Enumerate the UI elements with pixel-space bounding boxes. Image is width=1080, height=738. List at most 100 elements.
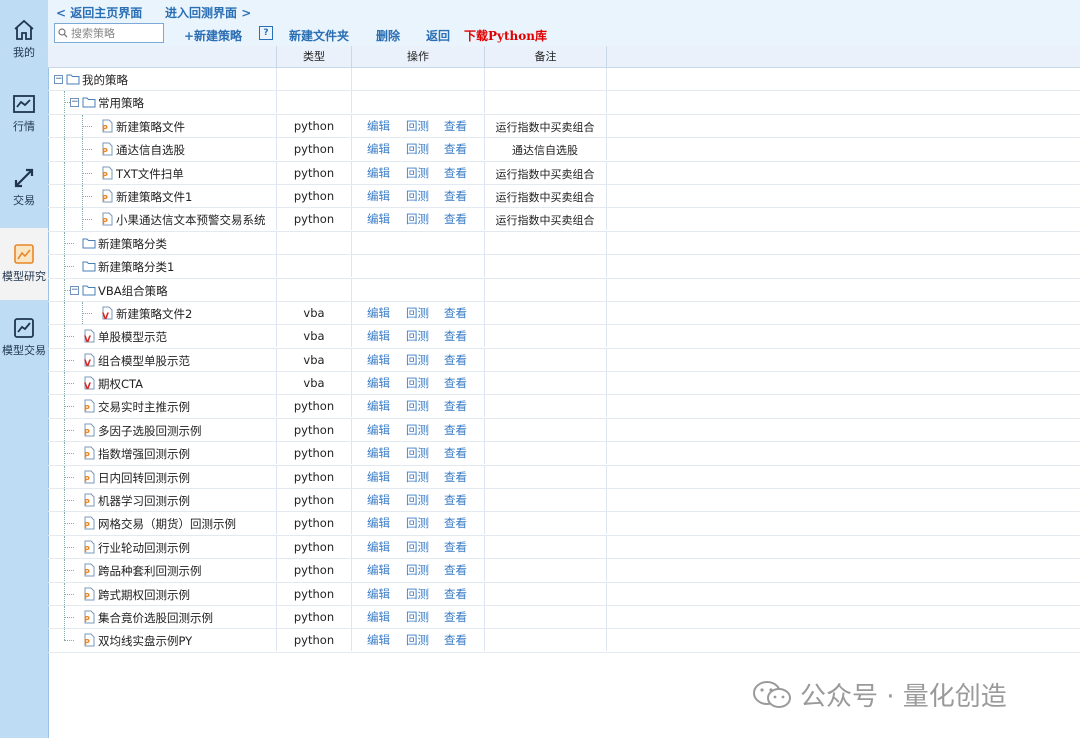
edit-link[interactable]: 编辑 (367, 515, 390, 531)
edit-link[interactable]: 编辑 (367, 632, 390, 648)
strategy-name[interactable]: 行业轮动回测示例 (98, 540, 190, 556)
strategy-name[interactable]: 常用策略 (98, 95, 144, 111)
back-home-link[interactable]: < 返回主页界面 (56, 4, 142, 21)
edit-link[interactable]: 编辑 (367, 609, 390, 625)
edit-link[interactable]: 编辑 (367, 305, 390, 321)
table-row[interactable]: P 日内回转回测示例 python 编辑 回测 查看 (48, 465, 1080, 490)
table-row[interactable]: P 集合竟价选股回测示例 python 编辑 回测 查看 (48, 605, 1080, 630)
edit-link[interactable]: 编辑 (367, 188, 390, 204)
backtest-link[interactable]: 回测 (406, 469, 429, 485)
table-row[interactable]: − 我的策略 (48, 68, 1080, 92)
table-row[interactable]: P 机器学习回测示例 python 编辑 回测 查看 (48, 489, 1080, 513)
edit-link[interactable]: 编辑 (367, 328, 390, 344)
delete-button[interactable]: 删除 (376, 27, 400, 44)
table-row[interactable]: P 交易实时主推示例 python 编辑 回测 查看 (48, 395, 1080, 419)
table-row[interactable]: P 行业轮动回测示例 python 编辑 回测 查看 (48, 535, 1080, 560)
backtest-link[interactable]: 回测 (406, 188, 429, 204)
enter-backtest-link[interactable]: 进入回测界面 > (165, 4, 251, 21)
strategy-name[interactable]: 单股模型示范 (98, 329, 167, 345)
strategy-name[interactable]: 跨品种套利回测示例 (98, 563, 202, 579)
view-link[interactable]: 查看 (444, 632, 467, 648)
sidebar-item-model-trade[interactable]: 模型交易 (0, 302, 48, 372)
strategy-name[interactable]: VBA组合策略 (98, 283, 168, 299)
backtest-link[interactable]: 回测 (406, 165, 429, 181)
sidebar-item-quotes[interactable]: 行情 (0, 78, 48, 148)
table-row[interactable]: P 多因子选股回测示例 python 编辑 回测 查看 (48, 418, 1080, 443)
backtest-link[interactable]: 回测 (406, 445, 429, 461)
edit-link[interactable]: 编辑 (367, 469, 390, 485)
edit-link[interactable]: 编辑 (367, 211, 390, 227)
table-row[interactable]: P 小果通达信文本预警交易系统 python 编辑 回测 查看 运行指数中买卖组合 (48, 208, 1080, 232)
view-link[interactable]: 查看 (444, 515, 467, 531)
view-link[interactable]: 查看 (444, 609, 467, 625)
backtest-link[interactable]: 回测 (406, 141, 429, 157)
backtest-link[interactable]: 回测 (406, 211, 429, 227)
backtest-link[interactable]: 回测 (406, 375, 429, 391)
strategy-name[interactable]: 多因子选股回测示例 (98, 423, 202, 439)
view-link[interactable]: 查看 (444, 492, 467, 508)
edit-link[interactable]: 编辑 (367, 539, 390, 555)
edit-link[interactable]: 编辑 (367, 562, 390, 578)
backtest-link[interactable]: 回测 (406, 118, 429, 134)
strategy-name[interactable]: 新建策略文件 (116, 119, 185, 135)
table-row[interactable]: V 单股模型示范 vba 编辑 回测 查看 (48, 325, 1080, 349)
new-folder-button[interactable]: 新建文件夹 (289, 27, 349, 44)
view-link[interactable]: 查看 (444, 586, 467, 602)
strategy-name[interactable]: 新建策略分类 (98, 236, 167, 252)
strategy-name[interactable]: 新建策略文件1 (116, 189, 192, 205)
table-row[interactable]: P 跨式期权回测示例 python 编辑 回测 查看 (48, 582, 1080, 606)
collapse-toggle[interactable]: − (70, 285, 79, 295)
help-button[interactable]: ? (259, 26, 273, 40)
table-row[interactable]: V 新建策略文件2 vba 编辑 回测 查看 (48, 301, 1080, 326)
view-link[interactable]: 查看 (444, 422, 467, 438)
table-row[interactable]: − VBA组合策略 (48, 278, 1080, 302)
backtest-link[interactable]: 回测 (406, 328, 429, 344)
collapse-toggle[interactable]: − (70, 98, 79, 108)
table-row[interactable]: 新建策略分类1 (48, 255, 1080, 279)
strategy-name[interactable]: 集合竟价选股回测示例 (98, 610, 213, 626)
table-row[interactable]: P 网格交易（期货）回测示例 python 编辑 回测 查看 (48, 512, 1080, 536)
view-link[interactable]: 查看 (444, 211, 467, 227)
view-link[interactable]: 查看 (444, 118, 467, 134)
view-link[interactable]: 查看 (444, 328, 467, 344)
table-row[interactable]: V 期权CTA vba 编辑 回测 查看 (48, 372, 1080, 396)
download-python-lib-button[interactable]: 下载Python库 (464, 27, 547, 44)
edit-link[interactable]: 编辑 (367, 422, 390, 438)
view-link[interactable]: 查看 (444, 352, 467, 368)
table-row[interactable]: V 组合模型单股示范 vba 编辑 回测 查看 (48, 348, 1080, 373)
table-row[interactable]: − 常用策略 (48, 91, 1080, 115)
view-link[interactable]: 查看 (444, 141, 467, 157)
view-link[interactable]: 查看 (444, 398, 467, 414)
backtest-link[interactable]: 回测 (406, 305, 429, 321)
edit-link[interactable]: 编辑 (367, 398, 390, 414)
strategy-name[interactable]: 期权CTA (98, 376, 143, 392)
edit-link[interactable]: 编辑 (367, 492, 390, 508)
strategy-name[interactable]: 机器学习回测示例 (98, 493, 190, 509)
strategy-name[interactable]: 组合模型单股示范 (98, 353, 190, 369)
backtest-link[interactable]: 回测 (406, 398, 429, 414)
strategy-name[interactable]: 交易实时主推示例 (98, 399, 190, 415)
table-row[interactable]: P 指数增强回测示例 python 编辑 回测 查看 (48, 442, 1080, 466)
view-link[interactable]: 查看 (444, 562, 467, 578)
strategy-name[interactable]: 双均线实盘示例PY (98, 633, 192, 649)
backtest-link[interactable]: 回测 (406, 515, 429, 531)
backtest-link[interactable]: 回测 (406, 539, 429, 555)
new-strategy-button[interactable]: +新建策略 (184, 27, 242, 44)
backtest-link[interactable]: 回测 (406, 492, 429, 508)
strategy-name[interactable]: TXT文件扫单 (116, 166, 184, 182)
backtest-link[interactable]: 回测 (406, 632, 429, 648)
view-link[interactable]: 查看 (444, 165, 467, 181)
edit-link[interactable]: 编辑 (367, 352, 390, 368)
search-input[interactable] (71, 25, 161, 41)
strategy-name[interactable]: 日内回转回测示例 (98, 470, 190, 486)
back-button[interactable]: 返回 (426, 27, 450, 44)
strategy-name[interactable]: 通达信自选股 (116, 142, 185, 158)
edit-link[interactable]: 编辑 (367, 118, 390, 134)
strategy-name[interactable]: 跨式期权回测示例 (98, 587, 190, 603)
strategy-name[interactable]: 我的策略 (82, 72, 128, 88)
strategy-name[interactable]: 新建策略文件2 (116, 306, 192, 322)
edit-link[interactable]: 编辑 (367, 375, 390, 391)
backtest-link[interactable]: 回测 (406, 422, 429, 438)
edit-link[interactable]: 编辑 (367, 141, 390, 157)
view-link[interactable]: 查看 (444, 188, 467, 204)
